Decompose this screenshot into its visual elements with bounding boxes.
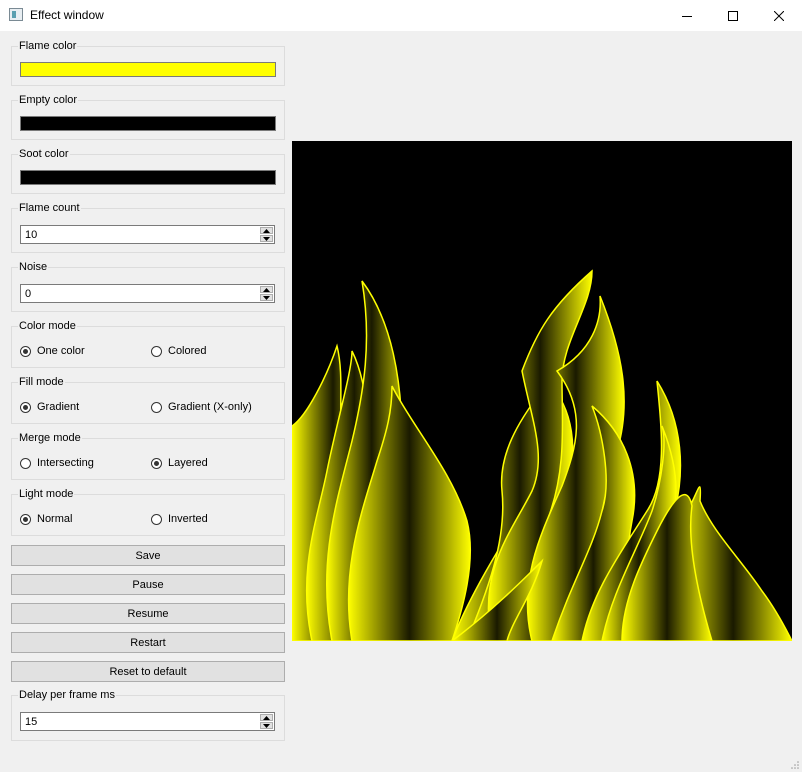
radio-label: Colored [168, 345, 207, 357]
noise-decrement[interactable] [260, 294, 273, 301]
radio-indicator [20, 457, 31, 469]
resize-grip-icon[interactable] [790, 760, 800, 770]
light-mode-label: Light mode [18, 488, 75, 500]
fill-mode-gradient-radio[interactable]: Gradient [20, 401, 79, 413]
save-button[interactable]: Save [11, 545, 285, 566]
radio-label: Gradient [37, 401, 80, 413]
merge-mode-layered-radio[interactable]: Layered [151, 457, 208, 469]
minimize-icon [682, 15, 692, 17]
flame-color-label: Flame color [18, 40, 78, 52]
delay-spinbox[interactable]: 15 [20, 712, 275, 731]
flame-shapes [292, 269, 792, 641]
noise-increment[interactable] [260, 286, 273, 293]
flame-count-decrement[interactable] [260, 235, 273, 242]
flame-color-swatch[interactable] [20, 62, 276, 77]
delay-value: 15 [25, 716, 38, 728]
radio-label: Inverted [168, 513, 208, 525]
empty-color-swatch[interactable] [20, 116, 276, 131]
color-mode-one-color-radio[interactable]: One color [20, 345, 85, 357]
radio-indicator [151, 457, 162, 469]
light-mode-inverted-radio[interactable]: Inverted [151, 513, 208, 525]
maximize-icon [728, 10, 738, 21]
arrow-up-icon [263, 715, 270, 720]
noise-label: Noise [18, 261, 49, 273]
flame-count-increment[interactable] [260, 227, 273, 234]
flame-count-value: 10 [25, 229, 38, 241]
fill-mode-label: Fill mode [18, 376, 65, 388]
color-mode-colored-radio[interactable]: Colored [151, 345, 207, 357]
soot-color-swatch[interactable] [20, 170, 276, 185]
radio-indicator [151, 345, 162, 357]
radio-indicator [20, 345, 31, 357]
flame-count-label: Flame count [18, 202, 81, 214]
delay-decrement[interactable] [260, 722, 273, 729]
reset-to-default-button[interactable]: Reset to default [11, 661, 285, 682]
merge-mode-label: Merge mode [18, 432, 82, 444]
resume-button[interactable]: Resume [11, 603, 285, 624]
arrow-down-icon [263, 723, 270, 728]
radio-label: Normal [37, 513, 73, 525]
arrow-up-icon [263, 228, 270, 233]
pause-button[interactable]: Pause [11, 574, 285, 595]
fill-mode-gradient-x-only-radio[interactable]: Gradient (X-only) [151, 401, 252, 413]
merge-mode-intersecting-radio[interactable]: Intersecting [20, 457, 94, 469]
color-mode-label: Color mode [18, 320, 77, 332]
delay-label: Delay per frame ms [18, 689, 116, 701]
arrow-up-icon [263, 287, 270, 292]
radio-indicator [151, 401, 162, 413]
maximize-button[interactable] [710, 0, 756, 31]
close-button[interactable] [756, 0, 802, 31]
app-window-icon [9, 8, 23, 21]
window-title: Effect window [30, 8, 104, 22]
empty-color-label: Empty color [18, 94, 79, 106]
radio-label: Layered [168, 457, 208, 469]
radio-indicator [151, 513, 162, 525]
restart-button[interactable]: Restart [11, 632, 285, 653]
title-bar: Effect window [0, 0, 802, 31]
minimize-button[interactable] [664, 0, 710, 31]
radio-label: One color [37, 345, 85, 357]
delay-increment[interactable] [260, 714, 273, 721]
radio-label: Gradient (X-only) [168, 401, 252, 413]
flame-count-spinbox[interactable]: 10 [20, 225, 275, 244]
arrow-down-icon [263, 295, 270, 300]
noise-value: 0 [25, 288, 32, 300]
radio-indicator [20, 401, 31, 413]
flame-illustration [292, 269, 792, 641]
flame-preview-canvas [292, 141, 792, 641]
light-mode-normal-radio[interactable]: Normal [20, 513, 72, 525]
close-icon [774, 10, 784, 21]
noise-spinbox[interactable]: 0 [20, 284, 275, 303]
radio-indicator [20, 513, 31, 525]
radio-label: Intersecting [37, 457, 94, 469]
arrow-down-icon [263, 236, 270, 241]
soot-color-label: Soot color [18, 148, 70, 160]
